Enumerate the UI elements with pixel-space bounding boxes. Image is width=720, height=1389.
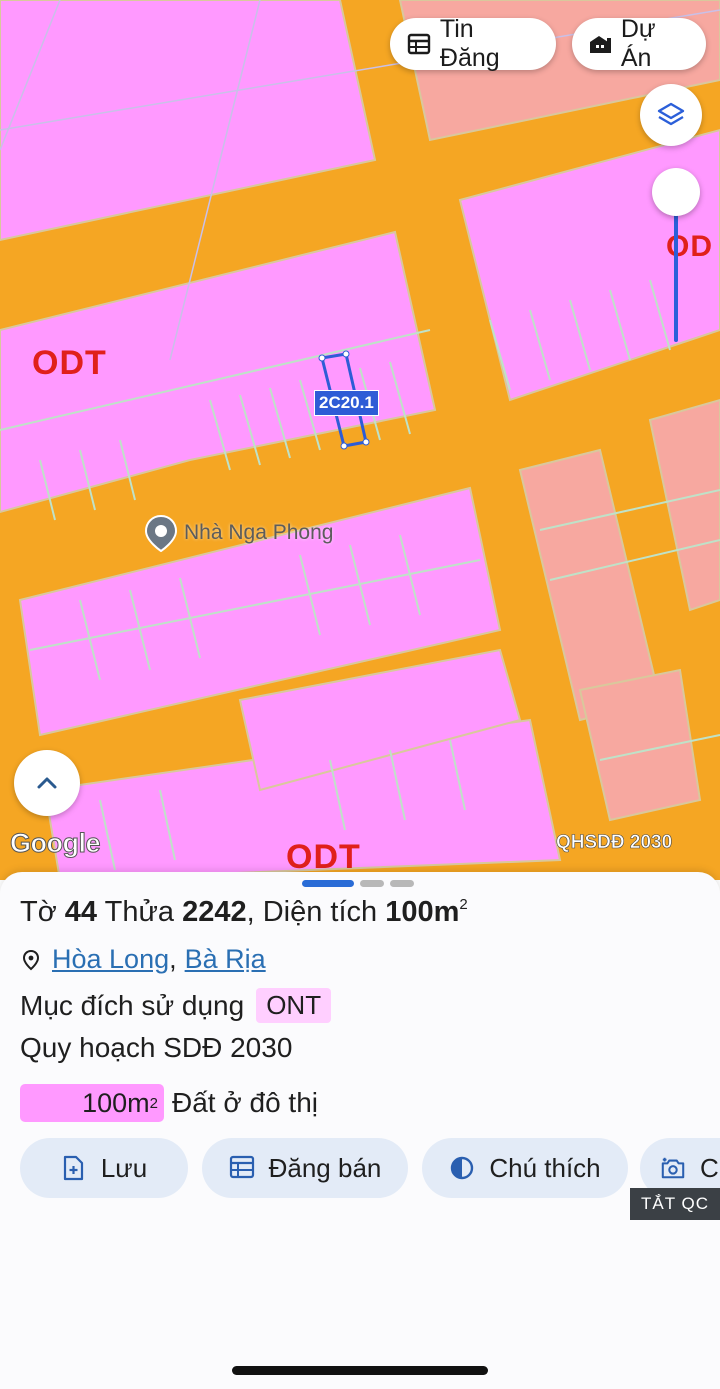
legend-button[interactable]: Chú thích xyxy=(422,1138,628,1198)
land-use-purpose: Mục đích sử dụng ONT xyxy=(20,988,332,1023)
city-link[interactable]: Bà Rịa xyxy=(185,944,266,975)
post-sale-button[interactable]: Đăng bán xyxy=(202,1138,408,1198)
legend-label: Chú thích xyxy=(489,1152,601,1183)
listings-label: Tin Đăng xyxy=(439,15,500,72)
place-pin-icon xyxy=(144,514,178,552)
parcel-info-sheet[interactable]: Tờ 44 Thửa 2242, Diện tích 100m2 Hòa Lon… xyxy=(0,872,720,1389)
location-separator: , xyxy=(169,944,177,974)
turn-off-ads-button[interactable]: TẮT QC xyxy=(630,1188,720,1220)
layers-icon xyxy=(657,102,685,126)
area-word: Diện tích xyxy=(262,896,378,928)
opacity-slider-handle[interactable] xyxy=(652,168,700,216)
sheet-number: 44 xyxy=(64,896,98,928)
parcel-number-tag[interactable]: 2C20.1 xyxy=(314,390,379,416)
page-dot xyxy=(390,880,414,887)
land-area: 100m xyxy=(82,1087,150,1118)
table-icon xyxy=(406,31,432,57)
location-pin-icon xyxy=(22,949,40,970)
table-icon xyxy=(229,1155,255,1181)
land-type-label: Đất ở đô thị xyxy=(172,1087,318,1118)
plan-label: Quy hoạch SDĐ 2030 xyxy=(20,1032,293,1063)
map-canvas[interactable] xyxy=(0,0,720,880)
zone-label-odt: ODT xyxy=(32,344,107,382)
land-area-sup: 2 xyxy=(149,1094,158,1112)
expand-sheet-button[interactable] xyxy=(14,750,80,816)
capture-label: C xyxy=(700,1152,719,1183)
home-indicator[interactable] xyxy=(232,1366,488,1375)
opacity-slider-track[interactable] xyxy=(674,196,678,342)
page-dot xyxy=(360,880,384,887)
poi-label: Nhà Nga Phong xyxy=(184,521,334,544)
contrast-icon xyxy=(449,1155,475,1181)
projects-button[interactable]: Dự Án xyxy=(572,15,706,72)
land-area-swatch: 100m 2 xyxy=(20,1084,164,1122)
camera-icon xyxy=(660,1155,686,1181)
sheet-word: Tờ xyxy=(20,896,57,928)
location-row: Hòa Long , Bà Rịa xyxy=(20,944,266,975)
purpose-code-badge: ONT xyxy=(256,988,332,1023)
ward-link[interactable]: Hòa Long xyxy=(52,944,169,975)
map-view[interactable]: ODT ODT OD 2C20.1 Nhà Nga Phong Tin Đăng… xyxy=(0,0,720,880)
chevron-up-icon xyxy=(37,777,57,789)
poi-marker[interactable]: Nhà Nga Phong xyxy=(142,514,333,552)
save-button[interactable]: Lưu xyxy=(20,1138,188,1198)
listings-button[interactable]: Tin Đăng xyxy=(390,15,556,72)
page-dot-active xyxy=(302,880,354,887)
lot-number: 2242 xyxy=(182,896,247,928)
google-logo: Google xyxy=(10,828,102,859)
land-type-row: 100m 2 Đất ở đô thị xyxy=(20,1084,318,1122)
purpose-label: Mục đích sử dụng xyxy=(20,989,245,1021)
add-document-icon xyxy=(61,1155,87,1181)
lot-word: Thửa xyxy=(104,896,174,928)
sheet-page-indicator[interactable] xyxy=(302,880,414,887)
plan-overlay-label: QHSDĐ 2030 xyxy=(556,832,673,854)
screen: ODT ODT OD 2C20.1 Nhà Nga Phong Tin Đăng… xyxy=(0,0,720,1389)
save-label: Lưu xyxy=(100,1152,148,1183)
projects-label: Dự Án xyxy=(620,15,656,72)
layers-button[interactable] xyxy=(640,84,702,146)
post-sale-label: Đăng bán xyxy=(268,1152,382,1183)
area-value: 100m xyxy=(385,896,460,928)
building-icon xyxy=(588,31,613,57)
parcel-title: Tờ 44 Thửa 2242, Diện tích 100m2 xyxy=(20,896,468,928)
area-unit-sup: 2 xyxy=(459,896,468,913)
